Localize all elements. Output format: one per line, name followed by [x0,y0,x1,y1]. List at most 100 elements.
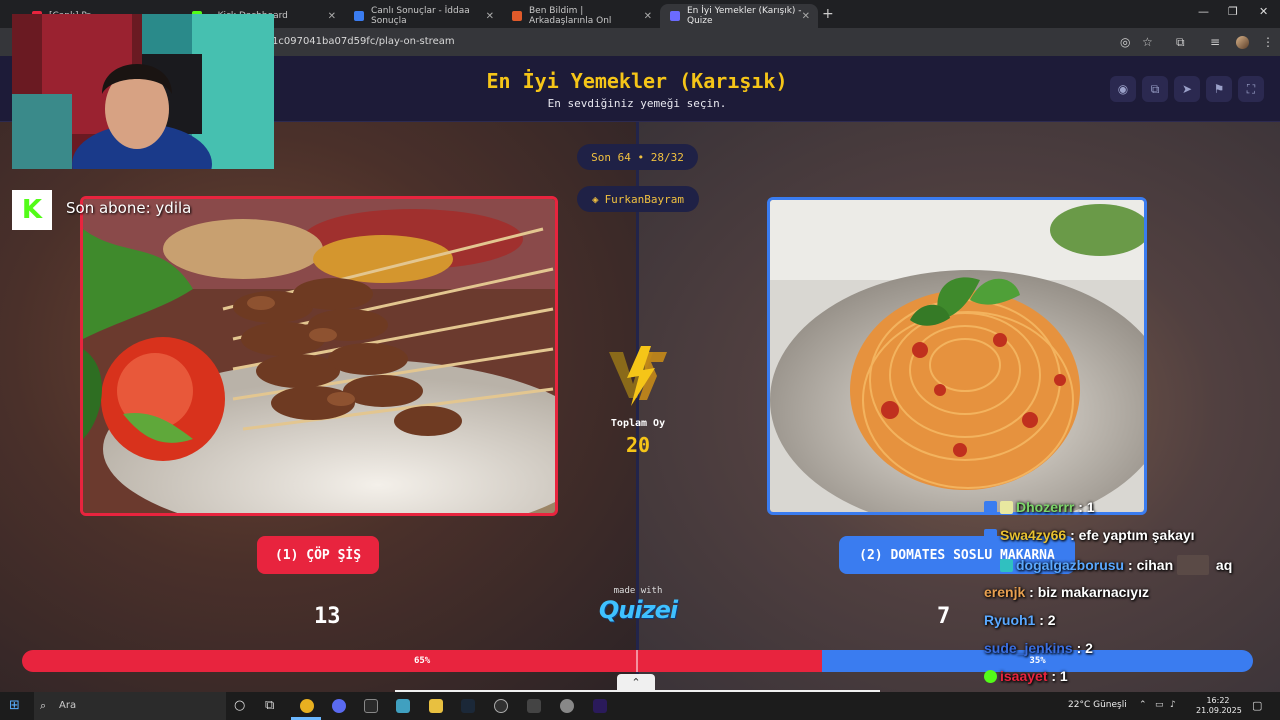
chat-badge-icon [1000,559,1013,572]
webcam-feed [12,14,274,169]
app-grid-icon[interactable] [527,699,541,713]
chat-message: erenjk : biz makarnacıyız [984,584,1149,600]
minimize-icon[interactable]: — [1198,5,1209,18]
notification-icon[interactable]: ▢ [1252,699,1262,712]
url-text[interactable]: 1c097041ba07d59fc/play-on-stream [272,36,455,47]
left-vote-count: 13 [314,604,341,629]
menu-icon[interactable]: ⋮ [1262,35,1274,49]
windows-taskbar: ⊞ ⌕ Ara ○ ⧉ 22°C Güneşli ⌃ ▭ ♪ 16:22 21.… [0,692,1280,720]
volume-icon[interactable]: ♪ [1170,700,1176,710]
chat-message: Swa4zy66 : efe yaptım şakayı [984,527,1195,543]
steam-icon[interactable] [461,699,475,713]
close-icon[interactable]: ✕ [328,11,336,22]
tab-favicon [354,11,364,21]
clock-date: 21.09.2025 [1196,706,1242,715]
epic-games-icon[interactable] [364,699,378,713]
tray-chevron-icon[interactable]: ⌃ [1139,700,1147,710]
vs-icon [609,346,667,406]
chat-text: : 1 [1051,668,1068,684]
cortana-icon[interactable]: ○ [234,698,245,713]
copy-icon[interactable]: ⧉ [1142,76,1168,102]
file-explorer-icon[interactable] [429,699,443,713]
chat-text: : cihan [1128,557,1174,573]
task-view-icon[interactable]: ⧉ [265,698,274,713]
tab-label: Canlı Sonuçlar - İddaa Sonuçla [371,6,470,26]
close-window-icon[interactable]: ✕ [1259,5,1268,18]
skewers-image [83,199,555,513]
send-icon[interactable]: ➤ [1174,76,1200,102]
tab-active[interactable]: En İyi Yemekler (Karışık) - Quize ✕ [660,4,818,28]
total-votes-label: Toplam Oy [610,418,666,429]
fullscreen-icon[interactable]: ⛶ [1238,76,1264,102]
search-placeholder: Ara [59,700,77,711]
left-vote-share: 65% [22,650,823,672]
creator-badge[interactable]: ◈ FurkanBayram [577,186,699,212]
tab-favicon [670,11,680,21]
tab-3[interactable]: Canlı Sonuçlar - İddaa Sonuçla ✕ [344,4,502,28]
eye-off-icon[interactable]: ◎ [1120,35,1130,49]
kick-logo: K [12,190,52,230]
tab-label: Ben Bildim | Arkadaşlarınla Onl [529,6,612,26]
clock-time: 16:22 [1206,696,1230,705]
close-icon[interactable]: ✕ [802,11,810,22]
chat-text: : biz makarnacıyız [1029,584,1149,600]
chat-badge-icon [984,559,997,572]
choice-button-left[interactable]: (1) ÇÖP ŞİŞ [257,536,379,574]
obs-icon[interactable] [494,699,508,713]
chat-badge-icon [984,529,997,542]
close-icon[interactable]: ✕ [486,11,494,22]
chat-message: dogalgazborusu : cihan aq [984,555,1232,575]
chat-message: Ryuoh1 : 2 [984,612,1056,628]
tab-favicon [512,11,522,21]
network-icon[interactable]: ▭ [1155,700,1164,710]
tab-4[interactable]: Ben Bildim | Arkadaşlarınla Onl ✕ [502,4,660,28]
last-subscriber-text: Son abone: ydila [66,199,192,217]
chat-username: Swa4zy66 [1000,527,1067,543]
chat-username: isaayet [1000,668,1048,684]
pasta-image [770,200,1144,512]
chat-badge-icon [984,670,997,683]
choice-image-right[interactable] [767,197,1147,515]
webcam-overlay [12,14,274,169]
chat-username: dogalgazborusu [1016,557,1125,573]
profile-avatar[interactable] [1236,36,1249,49]
chat-badge-icon [1000,501,1013,514]
start-icon[interactable]: ⊞ [9,698,20,713]
chat-badge-icon [984,501,997,514]
chat-text: : 1 [1078,499,1095,515]
quizei-logo[interactable]: Quizei [582,596,694,624]
choice-image-left[interactable] [80,196,558,516]
chat-text: : 2 [1076,640,1093,656]
chat-username: erenjk [984,584,1026,600]
chat-text: aq [1215,557,1233,573]
right-vote-count: 7 [937,604,951,629]
flag-icon[interactable]: ⚑ [1206,76,1232,102]
tab-label: En İyi Yemekler (Karışık) - Quize [687,6,802,26]
chrome-icon[interactable] [300,699,314,713]
new-tab-icon[interactable]: + [822,6,834,22]
chat-username: Dhozerrr [1016,499,1075,515]
bookmark-star-icon[interactable]: ☆ [1142,35,1153,49]
chat-message: isaayet : 1 [984,668,1068,684]
chat-message: sude_jenkins : 2 [984,640,1093,656]
taskbar-clock[interactable]: 16:22 21.09.2025 [1196,696,1242,716]
chat-app-icon[interactable] [332,699,346,713]
app-icon[interactable] [560,699,574,713]
extensions-icon[interactable]: ⧉ [1176,35,1185,50]
progress-center-marker [636,650,638,672]
search-icon: ⌕ [40,699,47,712]
creator-name: FurkanBayram [604,192,685,206]
eye-icon[interactable]: ◉ [1110,76,1136,102]
round-badge: Son 64 • 28/32 [577,144,698,170]
media-icon[interactable]: ≡ [1210,35,1220,49]
made-with-label: made with [613,586,663,596]
chat-text: : 2 [1039,612,1056,628]
chat-emote-icon [1177,555,1210,575]
premiere-icon[interactable] [593,699,607,713]
creator-icon: ◈ [591,192,599,206]
chat-username: Ryuoh1 [984,612,1036,628]
app-icon[interactable] [396,699,410,713]
close-icon[interactable]: ✕ [644,11,652,22]
weather-text[interactable]: 22°C Güneşli [1068,700,1127,710]
restore-icon[interactable]: ❐ [1228,5,1238,18]
